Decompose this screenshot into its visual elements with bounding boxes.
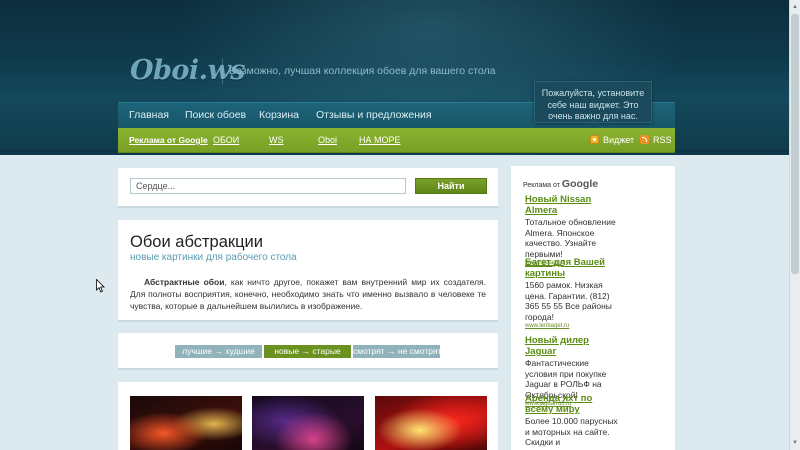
search-input[interactable]: [130, 178, 406, 194]
subnav-link-ws[interactable]: WS: [269, 135, 284, 145]
wallpaper-thumbnail[interactable]: [130, 396, 242, 450]
page-subtitle: новые картинки для рабочего стола: [130, 252, 297, 263]
ad-title-link[interactable]: Новый дилер Jaguar: [525, 335, 621, 357]
ad-item: Новый Nissan Almera Тотальное обновление…: [525, 194, 621, 266]
ad-item: Аренда яхт по всему миру Более 10.000 па…: [525, 393, 621, 450]
rss-icon[interactable]: [640, 135, 649, 144]
search-panel: Найти: [118, 168, 498, 206]
ad-text: Более 10.000 парусных и моторных на сайт…: [525, 416, 618, 450]
ad-title-link[interactable]: Аренда яхт по всему миру: [525, 393, 621, 415]
widget-icon[interactable]: [590, 135, 599, 144]
mouse-pointer-icon: [96, 278, 105, 293]
subnav-link-oboi-latin[interactable]: Oboi: [318, 135, 337, 145]
intro-panel: Обои абстракции новые картинки для рабоч…: [118, 220, 498, 320]
intro-paragraph: Абстрактные обои, как ничто другое, пока…: [130, 276, 486, 312]
ad-text: 1560 рамок. Низкая цена. Гарантии. (812)…: [525, 280, 612, 322]
scroll-up-arrow-icon[interactable]: ▲: [791, 2, 799, 12]
page-scrollbar[interactable]: ▲ ▼: [789, 0, 800, 450]
ads-prefix: Реклама от: [523, 182, 560, 189]
site-logo[interactable]: Oboi.ws: [130, 55, 246, 86]
wallpaper-thumbnail[interactable]: [375, 396, 487, 450]
scroll-thumb[interactable]: [791, 14, 799, 274]
sort-panel: лучшие → худшие новые → старые смотрят →…: [118, 333, 498, 368]
rss-link[interactable]: RSS: [653, 135, 672, 145]
search-button[interactable]: Найти: [415, 178, 487, 194]
intro-bold-term: Абстрактные обои: [144, 277, 225, 287]
site-tagline: Возможно, лучшая коллекция обоев для ваш…: [229, 65, 496, 77]
page-title: Обои абстракции: [130, 233, 263, 251]
widget-tooltip: Пожалуйста, установите себе наш виджет. …: [534, 81, 652, 123]
widget-link[interactable]: Виджет: [603, 135, 634, 145]
sort-best-worst[interactable]: лучшие → худшие: [175, 345, 262, 358]
sidebar-ads: Реклама от Google Новый Nissan Almera То…: [511, 166, 675, 450]
google-logo-text: Google: [561, 178, 599, 190]
logo-divider: [222, 58, 223, 84]
nav-item-feedback[interactable]: Отзывы и предложения: [316, 109, 432, 121]
ad-title-link[interactable]: Новый Nissan Almera: [525, 194, 621, 216]
subnav-link-oboi[interactable]: ОБОИ: [213, 135, 239, 145]
ad-item: Багет для Вашей картины 1560 рамок. Низк…: [525, 257, 621, 329]
scroll-down-arrow-icon[interactable]: ▼: [791, 438, 799, 448]
sort-popular[interactable]: смотрят → не смотрят: [353, 345, 441, 358]
subnav-link-na-more[interactable]: НА МОРЕ: [359, 135, 401, 145]
nav-item-home[interactable]: Главная: [129, 109, 169, 121]
nav-item-search[interactable]: Поиск обоев: [185, 109, 246, 121]
ads-by-google-label[interactable]: Реклама от Google: [523, 178, 598, 190]
ad-text: Тотальное обновление Almera. Японское ка…: [525, 217, 616, 259]
wallpaper-thumbnail[interactable]: [252, 396, 364, 450]
wallpaper-gallery: [118, 382, 498, 450]
nav-item-cart[interactable]: Корзина: [259, 109, 299, 121]
ad-title-link[interactable]: Багет для Вашей картины: [525, 257, 621, 279]
ad-url-link[interactable]: www.lenbaget.ru: [525, 323, 621, 329]
subnav-ads-label[interactable]: Реклама от Google: [129, 135, 208, 145]
sort-new-old[interactable]: новые → старые: [264, 345, 351, 358]
ads-subnav: Реклама от Google ОБОИ WS Oboi НА МОРЕ В…: [118, 128, 675, 153]
